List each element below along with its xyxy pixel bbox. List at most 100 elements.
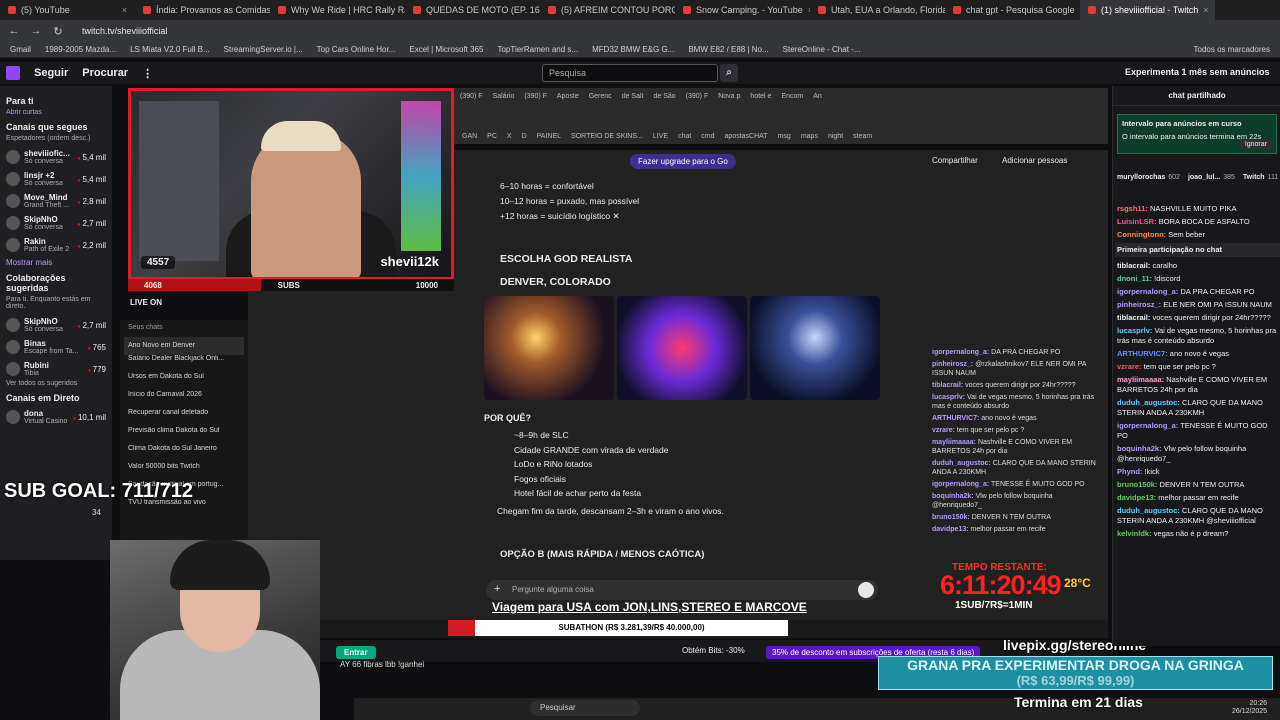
browser-tab[interactable]: Índia: Provamos as Comidas d× — [135, 0, 270, 20]
add-people-button[interactable]: Adicionar pessoas — [1002, 156, 1067, 165]
chat-user[interactable]: pinheirosz_: — [1117, 300, 1161, 309]
chat-history-item[interactable]: Previsão clima Dakota do Sul — [128, 427, 240, 445]
browser-tab[interactable]: (1) sheviiiofficial - Twitch × — [1080, 0, 1215, 20]
share-button[interactable]: Compartilhar — [932, 156, 978, 165]
browser-tab[interactable]: Snow Camping. - YouTube× — [675, 0, 810, 20]
see-all-link[interactable]: Ver todos os sugeridos — [6, 380, 106, 387]
chat-user[interactable]: davidpe13: — [1117, 493, 1156, 502]
fireworks-image[interactable] — [484, 296, 614, 400]
chat-user[interactable]: rsgsh11: — [1117, 204, 1148, 213]
avatar — [6, 194, 20, 208]
bookmark-item[interactable]: LS Miata V2.0 Full B... — [130, 45, 210, 54]
ask-input[interactable]: + Pergunte alguma coisa — [486, 580, 878, 600]
chat-history-item[interactable]: Clima Dakota do Sul Janeiro — [128, 445, 240, 463]
reload-icon[interactable]: ↻ — [52, 25, 64, 38]
bookmark-item[interactable]: StreamingServer.io |... — [224, 45, 303, 54]
upgrade-button[interactable]: Fazer upgrade para o Go — [630, 154, 736, 169]
browser-tab[interactable]: QUEDAS DE MOTO (EP. 163) -× — [405, 0, 540, 20]
bookmark-item[interactable]: StereOnline - Chat -... — [783, 45, 861, 54]
browser-tab[interactable]: Why We Ride | HRC Rally Raid× — [270, 0, 405, 20]
all-bookmarks[interactable]: Todos os marcadores — [1194, 45, 1270, 54]
join-button[interactable]: Entrar — [336, 646, 376, 659]
chat-user[interactable]: kelvinldk: — [1117, 529, 1152, 538]
tab-title: Índia: Provamos as Comidas d — [156, 5, 270, 15]
concert-image[interactable] — [617, 296, 747, 400]
url-field[interactable]: twitch.tv/sheviiiofficial — [82, 26, 167, 36]
browser-tab[interactable]: Utah, EUA a Orlando, Florida, E× — [810, 0, 945, 20]
followed-sort[interactable]: Espetadores (ordem desc.) — [6, 135, 106, 142]
chat-user[interactable]: bruno150k: — [1117, 480, 1157, 489]
bookmark-item[interactable]: 1989-2005 Mazda... — [45, 45, 116, 54]
search-icon[interactable]: ⌕ — [720, 64, 738, 82]
chat-history-item[interactable]: Valor 50000 bits Twitch — [128, 463, 240, 481]
browser-tab[interactable]: (5) AFREIM CONTOU PORQUE× — [540, 0, 675, 20]
ignore-button[interactable]: Ignorar — [1239, 140, 1272, 149]
sidebar-channel[interactable]: SkipNhOSó conversa 2,7 mil — [6, 212, 106, 234]
chat-user[interactable]: boquinha2k: — [1117, 444, 1162, 453]
forward-icon[interactable]: → — [30, 25, 42, 37]
twitch-logo-icon[interactable] — [6, 66, 20, 80]
chat-user[interactable]: duduh_augustoc: — [1117, 398, 1180, 407]
chat-user[interactable]: vzrare: — [1117, 362, 1142, 371]
voice-icon[interactable] — [858, 582, 874, 598]
chat-history-item[interactable]: Recuperar canal deletado — [128, 409, 240, 427]
close-icon[interactable]: × — [1203, 5, 1208, 15]
chat-user[interactable]: lucasprlv: — [1117, 326, 1152, 335]
open-tabs-link[interactable]: Abrir curtas — [6, 109, 106, 116]
get-bits-button[interactable]: Obtém Bits: -30% — [682, 646, 745, 655]
bookmark-item[interactable]: Gmail — [10, 45, 31, 54]
sidebar-channel[interactable]: RubiniTibia 779 — [6, 358, 106, 380]
chat-history-item[interactable]: Ursos em Dakota do Sul — [128, 373, 240, 391]
bookmark-item[interactable]: Excel | Microsoft 365 — [409, 45, 483, 54]
chat-user[interactable]: Conningtonn: — [1117, 230, 1166, 239]
sidebar-channel[interactable]: linsjr +2Só conversa 5,4 mil — [6, 168, 106, 190]
avatar — [6, 216, 20, 230]
chat-user[interactable]: tiblacrail: — [1117, 261, 1150, 270]
chat-text: BORA BOCA DE ASFALTO — [1158, 217, 1250, 226]
overlay-chat-message: davidpe13: melhor passar em recife — [932, 525, 1104, 534]
bookmark-item[interactable]: TopTierRamen and s... — [497, 45, 578, 54]
tab-favicon-icon — [683, 6, 691, 14]
browser-tab[interactable]: chat gpt - Pesquisa Google× — [945, 0, 1080, 20]
chat-history-item[interactable]: Ano Novo em Denver — [124, 337, 244, 355]
show-more-link[interactable]: Mostrar mais — [6, 258, 106, 267]
bookmark-item[interactable]: Top Cars Online Hor... — [317, 45, 396, 54]
chat-user[interactable]: LuisinLSR: — [1117, 217, 1157, 226]
sidebar-channel[interactable]: donaVirtual Casino 10,1 mil — [6, 406, 106, 428]
night-crowd-image[interactable] — [750, 296, 880, 400]
gpt-reason-1: ~8–9h de SLC — [514, 430, 569, 440]
channel-name: dona Virtual Casino — [24, 409, 69, 425]
sidebar-channel[interactable]: Move_MindGrand Theft ... 2,8 mil — [6, 190, 106, 212]
bookmark-item[interactable]: BMW E82 / E88 | No... — [688, 45, 768, 54]
chat-user[interactable]: dnoni_11: — [1117, 274, 1152, 283]
chat-history-item[interactable]: Salário Dealer Blackjack Onli... — [128, 355, 240, 373]
top-gifters: muryllorochas 602 joao_lul... 385 Twitch 111 — [1117, 174, 1278, 198]
nav-following[interactable]: Seguir — [34, 67, 68, 79]
overlay-chat-message: bruno150k: DENVER N TEM OUTRA — [932, 513, 1104, 522]
chat-user[interactable]: ARTHURVIC7: — [1117, 349, 1168, 358]
chat-user[interactable]: igorpernalong_a: — [1117, 287, 1178, 296]
chat-user[interactable]: tiblacrail: — [1117, 313, 1150, 322]
chat-history-item[interactable]: Início do Carnaval 2026 — [128, 391, 240, 409]
promo-link[interactable]: Experimenta 1 mês sem anúncios — [1125, 67, 1270, 77]
more-icon[interactable]: ⋮ — [142, 67, 153, 80]
sidebar-channel[interactable]: BinasEscape from Ta... 765 — [6, 336, 106, 358]
search-input[interactable]: Pesquisa — [542, 64, 718, 82]
taskbar-search[interactable]: Pesquisar — [530, 700, 640, 716]
plus-icon[interactable]: + — [494, 583, 500, 595]
chat-user[interactable]: duduh_augustoc: — [1117, 506, 1180, 515]
nav-browse[interactable]: Procurar — [82, 67, 128, 79]
chat-user[interactable]: mayliimaaaa: — [1117, 375, 1164, 384]
sub-goal: SUB GOAL: 711/712 — [4, 480, 193, 502]
sidebar-channel[interactable]: SkipNhOSó conversa 2,7 mil — [6, 314, 106, 336]
browser-tab[interactable]: (5) YouTube × — [0, 0, 135, 20]
back-icon[interactable]: ← — [8, 25, 20, 37]
gpt-reason-5: Hotel fácil de achar perto da festa — [514, 488, 642, 498]
sidebar-channel[interactable]: sheviiiofic...Só conversa 5,4 mil — [6, 146, 106, 168]
bookmark-item[interactable]: MFD32 BMW E&G G... — [592, 45, 674, 54]
close-icon[interactable]: × — [122, 5, 127, 15]
chat-user[interactable]: igorpernalong_a: — [1117, 421, 1178, 430]
chat-user[interactable]: Phynd: — [1117, 467, 1142, 476]
avatar — [6, 238, 20, 252]
sidebar-channel[interactable]: RakinPath of Exile 2 2,2 mil — [6, 234, 106, 256]
